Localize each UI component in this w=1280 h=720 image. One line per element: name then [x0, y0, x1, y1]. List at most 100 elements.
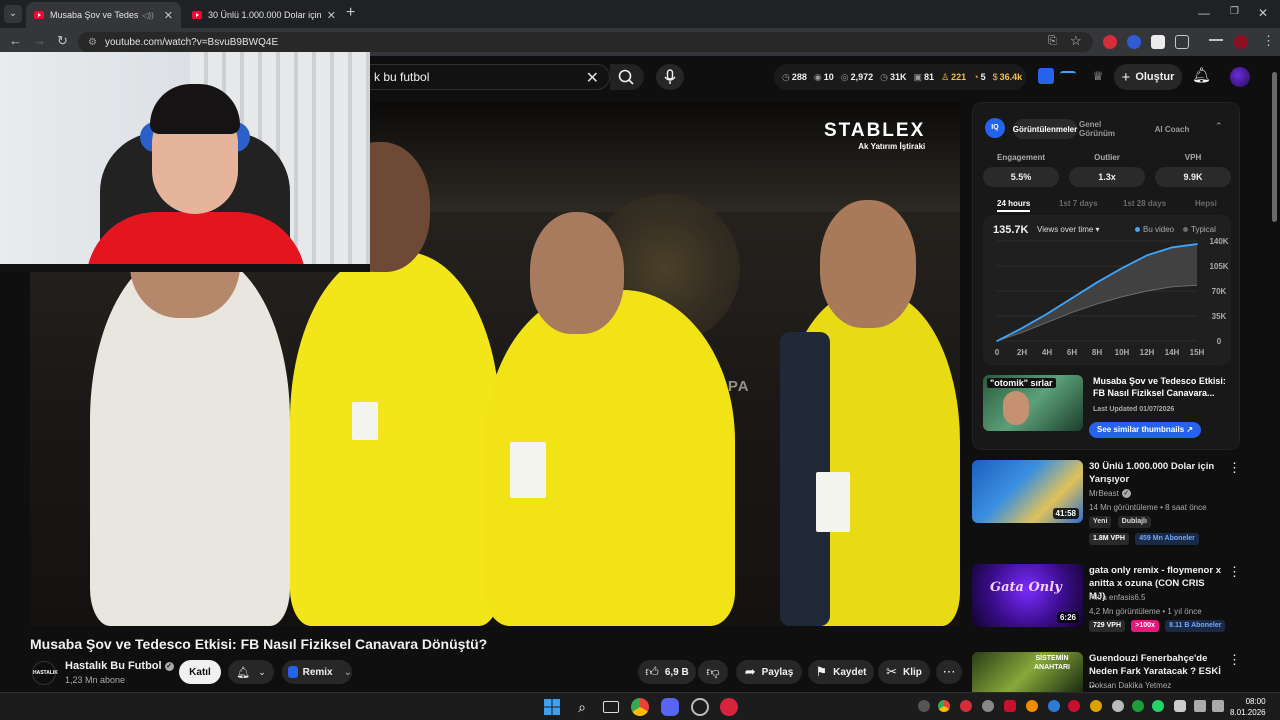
audio-playing-icon[interactable]: ◁)) [142, 11, 153, 20]
media-control-icon[interactable] [1209, 39, 1223, 47]
clear-search-icon[interactable]: ✕ [586, 68, 599, 88]
app-icon[interactable] [720, 698, 738, 716]
collapse-chevron-icon[interactable]: ⌃ [1215, 121, 1223, 132]
task-view-icon[interactable] [603, 701, 619, 713]
url-field[interactable]: ⚙ youtube.com/watch?v=BsvuB9BWQ4E [78, 32, 1093, 52]
minimize-icon[interactable]: — [1198, 6, 1210, 20]
range-tab-all[interactable]: Hepsi [1195, 199, 1217, 208]
tray-network-icon[interactable] [1194, 700, 1206, 712]
range-tab-24h[interactable]: 24 hours [997, 199, 1031, 212]
x-tick-label: 0 [995, 348, 1000, 357]
extensions-puzzle-icon[interactable] [1175, 35, 1189, 49]
tray-icon[interactable] [1004, 700, 1016, 712]
search-icon[interactable]: ⌕ [573, 698, 591, 716]
recommendation-item[interactable]: 41:58 30 Ünlü 1.000.000 Dolar için Yarış… [972, 460, 1242, 550]
voice-search-button[interactable] [656, 64, 684, 90]
range-tab-28d[interactable]: 1st 28 days [1123, 199, 1166, 208]
discord-icon[interactable] [661, 698, 679, 716]
search-button[interactable] [610, 64, 644, 90]
more-options-icon[interactable]: ⋮ [1228, 460, 1241, 476]
channel-name[interactable]: Hastalık Bu Futbol ✓ [65, 660, 174, 672]
channel-name[interactable]: Filtra enfasis6.5 [1089, 593, 1145, 602]
recommendation-item[interactable]: Gata Only 6:26 gata only remix - floymen… [972, 564, 1242, 634]
browser-menu-icon[interactable]: ⋮ [1262, 34, 1275, 48]
video-thumbnail[interactable]: SİSTEMİN ANAHTARI [972, 652, 1083, 692]
tray-icon[interactable] [1112, 700, 1124, 712]
video-thumbnail[interactable]: 41:58 [972, 460, 1083, 523]
range-tab-7d[interactable]: 1st 7 days [1059, 199, 1098, 208]
new-tab-button[interactable]: + [346, 5, 355, 21]
tray-volume-icon[interactable] [1212, 700, 1224, 712]
tab-views[interactable]: Görüntülenmeler [1013, 119, 1077, 139]
more-options-icon[interactable]: ⋮ [1228, 652, 1241, 668]
create-button[interactable]: + Oluştur [1114, 64, 1182, 90]
notifications-bell-icon[interactable]: 🔔︎ [1192, 66, 1211, 84]
trophy-icon[interactable]: ♕ [1090, 68, 1106, 84]
tray-icon[interactable] [960, 700, 972, 712]
tray-icon[interactable] [982, 700, 994, 712]
new-badge: Yeni [1089, 516, 1112, 528]
browser-tab-active[interactable]: Musaba Şov ve Tedesco Etki ◁)) ✕ [26, 2, 181, 28]
similar-thumbnail[interactable]: "otomik" sırlar [983, 375, 1083, 431]
browser-tab[interactable]: 30 Ünlü 1.000.000 Dolar için Ya ✕ [184, 2, 344, 28]
clip-button[interactable]: ✂ Klip [878, 660, 930, 684]
dislike-button[interactable]: 👎︎ [698, 660, 728, 684]
save-button[interactable]: ⚑ Kaydet [808, 660, 874, 684]
sponsor-overlay: STABLEX Ak Yatırım İştiraki [824, 120, 925, 151]
account-avatar[interactable] [1230, 67, 1250, 87]
y-tick-label: 105K [1209, 262, 1228, 271]
reload-icon[interactable]: ↻ [57, 34, 68, 48]
video-title: Musaba Şov ve Tedesco Etkisi: FB Nasıl F… [30, 636, 488, 652]
extension-icon[interactable] [1151, 35, 1165, 49]
more-options-icon[interactable]: ⋮ [1228, 564, 1241, 580]
tray-icon[interactable] [1090, 700, 1102, 712]
search-input[interactable]: k bu futbol ✕ [370, 64, 610, 90]
start-icon[interactable] [543, 698, 561, 716]
close-window-icon[interactable]: ✕ [1258, 6, 1268, 20]
subscription-bell-button[interactable]: 🔔︎ ⌄ [228, 660, 274, 684]
tab-overview[interactable]: Genel Görünüm [1079, 119, 1139, 139]
chrome-icon[interactable] [631, 698, 649, 716]
see-similar-thumbnails-button[interactable]: See similar thumbnails ↗ [1089, 422, 1202, 438]
channel-name[interactable]: MrBeast ✓ [1089, 489, 1131, 499]
tray-cloud-icon[interactable] [1026, 700, 1038, 712]
extension-icon[interactable] [1103, 35, 1117, 49]
tray-whatsapp-icon[interactable] [1152, 700, 1164, 712]
share-button[interactable]: ➦ Paylaş [736, 660, 802, 684]
list-icon[interactable] [1060, 71, 1076, 81]
system-clock[interactable]: 08:00 8.01.2026 [1230, 696, 1266, 718]
tray-icon[interactable] [918, 700, 930, 712]
scrollbar-thumb[interactable] [1272, 72, 1277, 222]
more-actions-button[interactable]: ⋯ [936, 660, 962, 684]
cast-icon[interactable]: ⎘ [1048, 34, 1057, 48]
video-title[interactable]: 30 Ünlü 1.000.000 Dolar için Yarışıyor [1089, 460, 1223, 486]
tray-icon[interactable] [1132, 700, 1144, 712]
extension-icon[interactable] [1127, 35, 1141, 49]
site-info-icon[interactable]: ⚙ [88, 37, 97, 48]
tab-ai-coach[interactable]: AI Coach [1145, 119, 1199, 139]
video-thumbnail[interactable]: Gata Only 6:26 [972, 564, 1083, 627]
stat-item: $36.4k [992, 72, 1023, 82]
channel-name[interactable]: Doksan Dakika Yetmez [1089, 681, 1171, 690]
close-tab-icon[interactable]: ✕ [327, 9, 336, 22]
tray-chrome-icon[interactable] [938, 700, 950, 712]
forward-icon[interactable]: → [33, 34, 46, 48]
tab-search-button[interactable]: ⌄ [4, 5, 22, 23]
page-scrollbar[interactable] [1270, 62, 1278, 692]
vidiq-icon[interactable] [1038, 68, 1054, 84]
maximize-icon[interactable]: ❐ [1230, 6, 1239, 17]
close-tab-icon[interactable]: ✕ [164, 9, 173, 22]
back-icon[interactable]: ← [9, 34, 22, 48]
channel-avatar[interactable]: HASTALIK [32, 661, 58, 685]
recommendation-item[interactable]: SİSTEMİN ANAHTARI Guendouzi Fenerbahçe'd… [972, 652, 1242, 692]
profile-avatar-icon[interactable] [1234, 35, 1248, 49]
tray-mic-icon[interactable] [1174, 700, 1186, 712]
bookmark-star-icon[interactable]: ☆ [1070, 34, 1082, 48]
join-button[interactable]: Katıl [179, 660, 221, 684]
subscribers-badge: 8.11 B Aboneler [1165, 620, 1226, 632]
obs-icon[interactable] [691, 698, 709, 716]
remix-button[interactable]: Remix ⌄ [282, 660, 352, 684]
tray-icon[interactable] [1068, 700, 1080, 712]
tray-bluetooth-icon[interactable] [1048, 700, 1060, 712]
like-button[interactable]: 👍︎ 6,9 B [638, 660, 696, 684]
